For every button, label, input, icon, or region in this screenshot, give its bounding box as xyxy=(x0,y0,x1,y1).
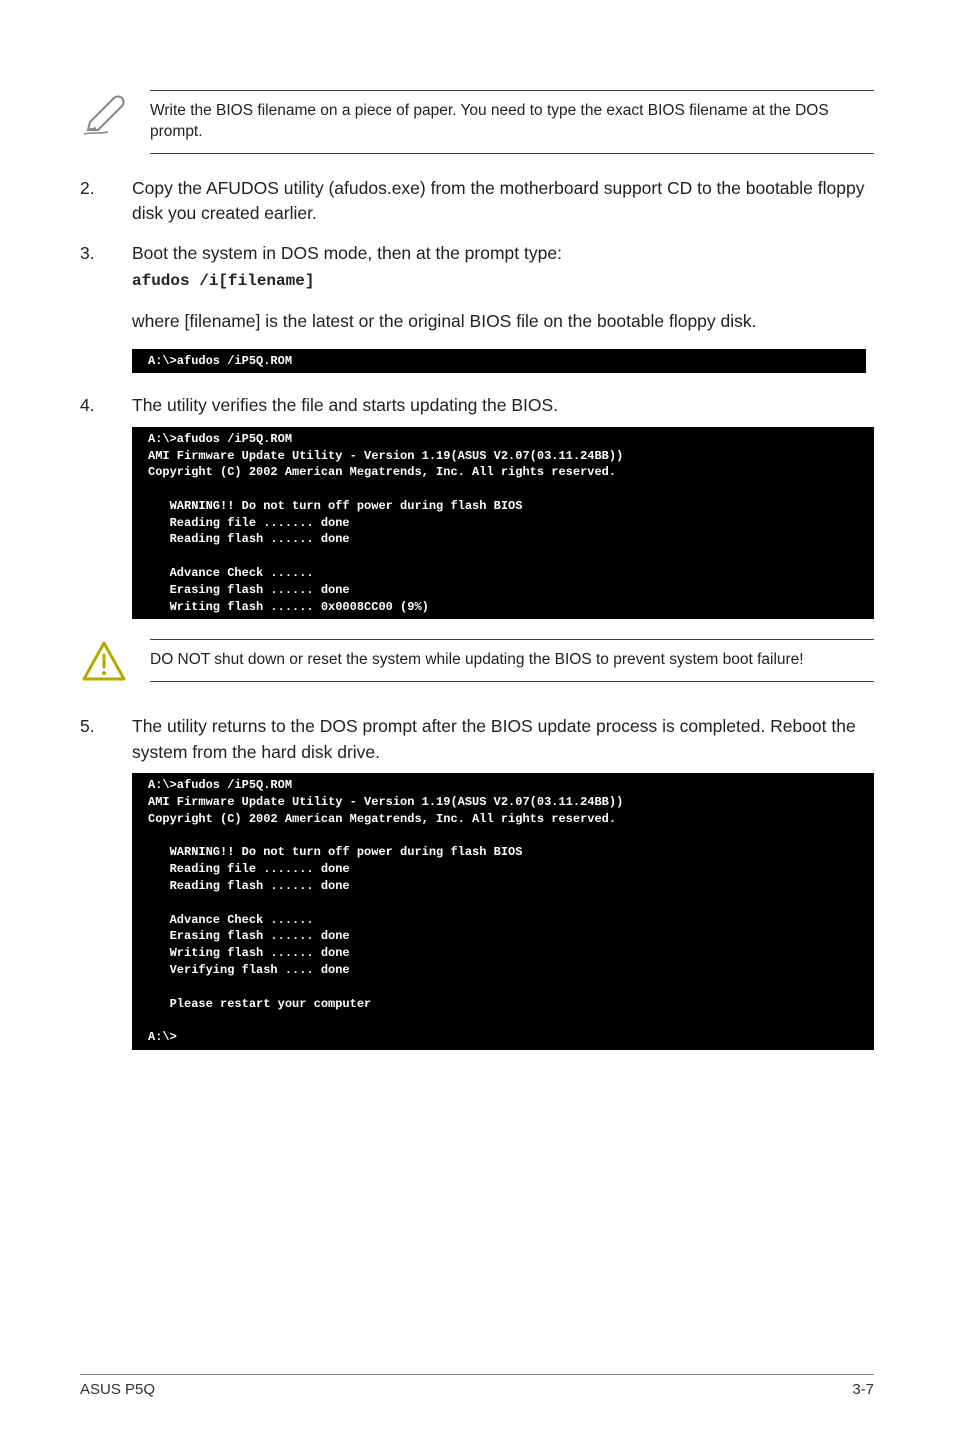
step-text: Boot the system in DOS mode, then at the… xyxy=(132,241,874,304)
footer-left: ASUS P5Q xyxy=(80,1381,155,1398)
note-block-write-filename: Write the BIOS filename on a piece of pa… xyxy=(80,90,874,154)
step-2: 2. Copy the AFUDOS utility (afudos.exe) … xyxy=(80,176,874,227)
step-5: 5. The utility returns to the DOS prompt… xyxy=(80,714,874,765)
terminal-output-2: A:\>afudos /iP5Q.ROM AMI Firmware Update… xyxy=(132,427,874,620)
step-text: The utility verifies the file and starts… xyxy=(132,393,874,418)
note-text: Write the BIOS filename on a piece of pa… xyxy=(150,90,874,154)
step-number: 2. xyxy=(80,176,132,227)
page-footer: ASUS P5Q 3-7 xyxy=(80,1374,874,1398)
step-3-line: Boot the system in DOS mode, then at the… xyxy=(132,243,562,263)
terminal-output-3: A:\>afudos /iP5Q.ROM AMI Firmware Update… xyxy=(132,773,874,1050)
footer-right: 3-7 xyxy=(852,1381,874,1398)
step-3: 3. Boot the system in DOS mode, then at … xyxy=(80,241,874,304)
command-text: afudos /i[filename] xyxy=(132,270,874,293)
terminal-output-1: A:\>afudos /iP5Q.ROM xyxy=(132,349,866,374)
step-4: 4. The utility verifies the file and sta… xyxy=(80,393,874,418)
warning-icon xyxy=(80,639,136,692)
step-number: 3. xyxy=(80,241,132,304)
step-number: 4. xyxy=(80,393,132,418)
warning-text: DO NOT shut down or reset the system whi… xyxy=(150,639,874,682)
step-number: 5. xyxy=(80,714,132,765)
step-text: The utility returns to the DOS prompt af… xyxy=(132,714,874,765)
where-text: where [filename] is the latest or the or… xyxy=(132,309,874,334)
warning-block: DO NOT shut down or reset the system whi… xyxy=(80,639,874,692)
step-text: Copy the AFUDOS utility (afudos.exe) fro… xyxy=(132,176,874,227)
pencil-icon xyxy=(80,90,136,143)
